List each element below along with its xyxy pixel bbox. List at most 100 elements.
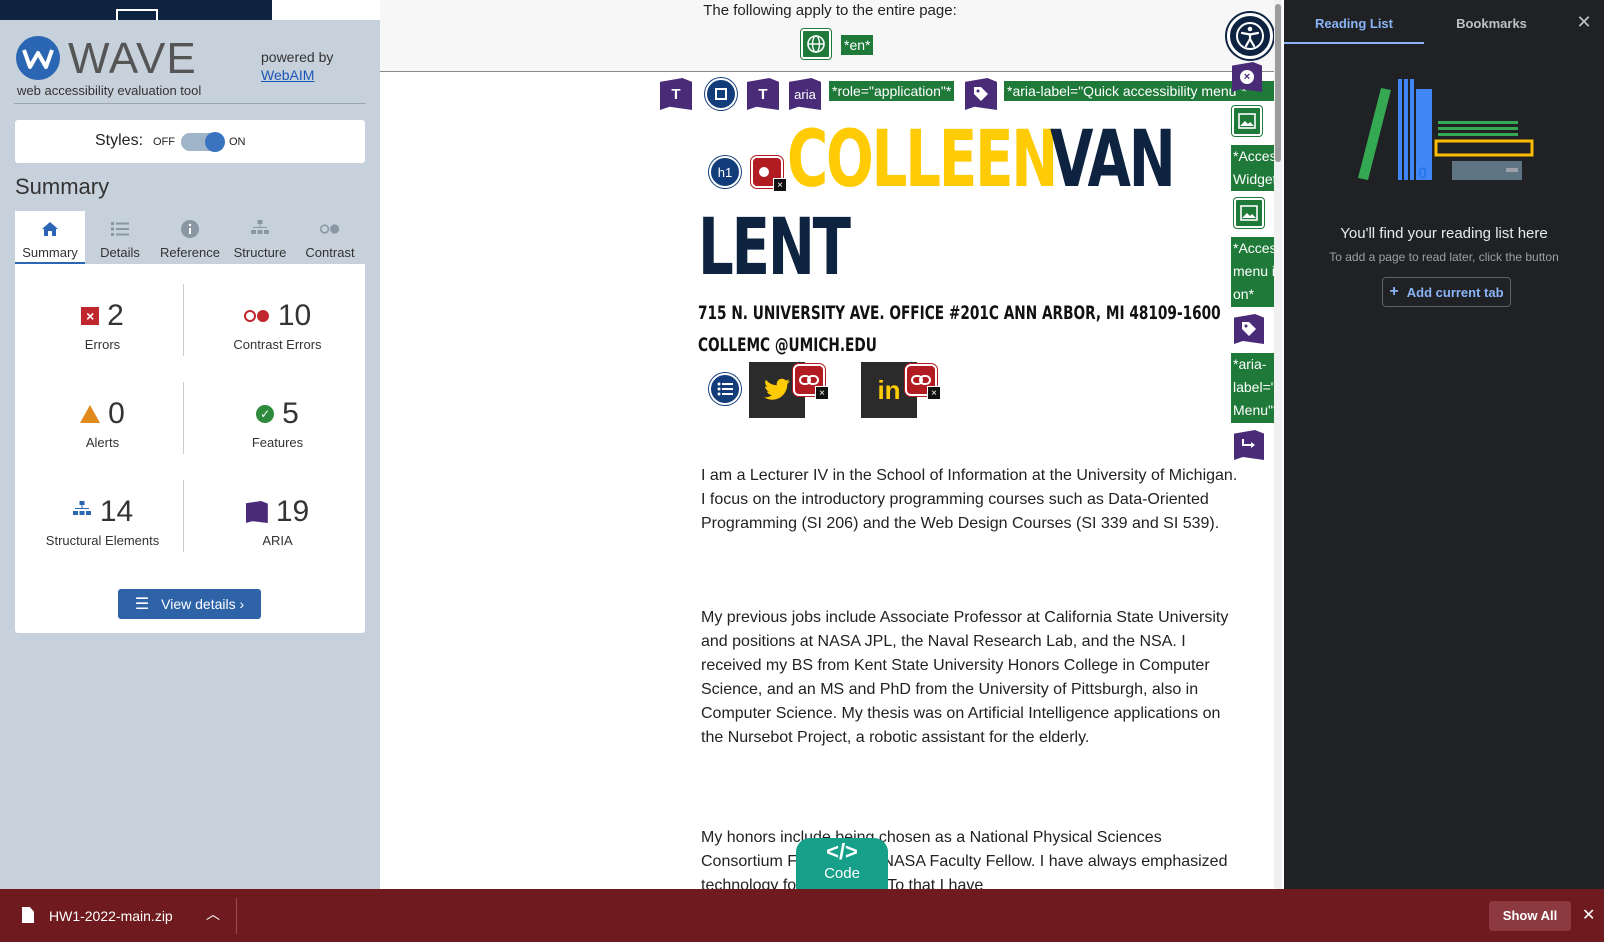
wave-tabs: Summary Details Reference Structure Cont…	[15, 211, 365, 264]
aria-tabindex-icon[interactable]: T	[660, 78, 692, 110]
tab-label: Contrast	[305, 245, 355, 260]
name-last-part1: VAN	[1050, 115, 1176, 205]
download-bar: HW1-2022-main.zip ︿ Show All ✕	[0, 889, 1604, 942]
code-icon: </>	[826, 839, 858, 864]
structure-icon	[72, 501, 92, 523]
close-icon: ×	[927, 386, 941, 400]
structure-icon	[250, 219, 270, 239]
tab-reading-list[interactable]: Reading List	[1284, 0, 1424, 44]
code-toggle-button[interactable]: </> Code	[796, 838, 888, 889]
tab-contrast[interactable]: Contrast	[295, 211, 365, 264]
styles-toggle-box: Styles: OFF ON	[15, 120, 365, 163]
stat-count: 14	[99, 495, 134, 528]
stat-aria[interactable]: 19 ARIA	[190, 495, 365, 548]
reading-list-illustration-icon: 0	[1358, 79, 1534, 182]
language-globe-icon[interactable]	[801, 29, 831, 59]
webaim-link[interactable]: WebAIM	[261, 67, 314, 83]
wave-logo-icon	[16, 36, 60, 80]
plus-icon: +	[1389, 283, 1399, 300]
name-last-part2: LENT	[698, 203, 851, 293]
feature-check-icon: ✓	[256, 405, 275, 423]
broken-link-error-icon[interactable]: ×	[905, 364, 941, 400]
aria-expanded-icon[interactable]	[1234, 430, 1264, 460]
wave-top-strip	[0, 0, 272, 20]
svg-text:0: 0	[1418, 166, 1427, 182]
view-details-button[interactable]: ☰ View details ›	[118, 589, 261, 619]
page-scrollbar[interactable]	[1274, 0, 1282, 889]
styles-toggle[interactable]	[181, 132, 225, 152]
stat-errors[interactable]: × 2 Errors	[15, 299, 190, 352]
stat-label: Errors	[84, 337, 121, 352]
close-icon: ×	[773, 178, 787, 192]
stat-label: Features	[251, 435, 304, 450]
styles-label: Styles:	[95, 132, 144, 149]
email: COLLEMC @UMICH.EDU	[698, 334, 877, 356]
stat-alerts[interactable]: 0 Alerts	[15, 397, 190, 450]
stat-label: Alerts	[85, 435, 120, 450]
stat-features[interactable]: ✓ 5 Features	[190, 397, 365, 450]
add-current-tab-button[interactable]: + Add current tab	[1382, 277, 1511, 307]
empty-title: You'll find your reading list here	[1340, 225, 1548, 242]
show-all-button[interactable]: Show All	[1489, 901, 1571, 931]
close-icon[interactable]: ✕	[1582, 905, 1595, 925]
stat-count: 10	[277, 299, 312, 332]
tab-reference[interactable]: Reference	[155, 211, 225, 264]
reading-list-panel: Reading List Bookmarks ✕ 0 You'll find y…	[1284, 0, 1604, 889]
aria-label-accessibility-menu[interactable]: *aria-label="Accessibility Menu"*	[1231, 353, 1280, 423]
h1-icon[interactable]: h1	[709, 156, 741, 188]
stat-count: 0	[108, 397, 125, 430]
name-first: COLLEEN	[787, 115, 1058, 205]
add-current-tab-label: Add current tab	[1406, 284, 1504, 300]
collapse-tab[interactable]	[116, 9, 158, 20]
aria-tabindex-icon[interactable]: T	[747, 78, 779, 110]
styles-on-label: ON	[229, 136, 246, 148]
stat-structural[interactable]: 14 Structural Elements	[15, 495, 190, 548]
accessibility-menu-button[interactable]	[1227, 13, 1273, 59]
download-file-name[interactable]: HW1-2022-main.zip	[49, 908, 173, 924]
image-alt-icon[interactable]	[1232, 106, 1262, 136]
broken-link-error-icon[interactable]: ×	[793, 364, 829, 400]
view-details-label: View details ›	[161, 596, 245, 612]
tab-details[interactable]: Details	[85, 211, 155, 264]
tab-summary[interactable]: Summary	[15, 211, 85, 264]
chevron-up-icon[interactable]: ︿	[206, 904, 220, 924]
language-label[interactable]: *en*	[841, 35, 874, 55]
stat-count: 2	[107, 299, 124, 332]
role-application-label[interactable]: *role="application"*	[829, 81, 955, 101]
stat-label: Contrast Errors	[233, 337, 322, 352]
address: 715 N. UNIVERSITY AVE. OFFICE #201C ANN …	[698, 302, 1221, 324]
aria-close-icon[interactable]: ×	[1232, 62, 1262, 92]
aria-label-tag-icon[interactable]	[965, 78, 997, 110]
contrast-error-icon	[243, 310, 270, 322]
banner-text: The following apply to the entire page:	[703, 2, 957, 19]
close-icon: ×	[815, 386, 829, 400]
accessibility-menu-on-label[interactable]: *Accessibility menu is on*	[1231, 237, 1280, 307]
empty-subtitle: To add a page to read later, click the b…	[1329, 250, 1559, 264]
image-alt-icon[interactable]	[1234, 198, 1264, 228]
list-icon: ☰	[134, 596, 150, 613]
alert-icon	[80, 405, 101, 423]
twitter-icon	[764, 378, 790, 400]
list-icon	[110, 219, 130, 239]
code-label: Code	[824, 865, 860, 882]
tab-bookmarks[interactable]: Bookmarks	[1424, 0, 1559, 44]
contrast-error-icon[interactable]: ×	[751, 156, 787, 192]
wave-header: WAVE web accessibility evaluation tool p…	[14, 30, 366, 104]
page-content: The following apply to the entire page: …	[380, 0, 1280, 889]
tab-structure[interactable]: Structure	[225, 211, 295, 264]
accessibility-widget-label[interactable]: *Accessibility Widget*	[1231, 145, 1280, 191]
region-icon[interactable]	[705, 78, 737, 110]
scrollbar-thumb[interactable]	[1275, 4, 1281, 162]
summary-panel: × 2 Errors 10 Contrast Errors 0 Alerts ✓…	[15, 264, 365, 633]
aria-label-tag-icon[interactable]	[1234, 314, 1264, 344]
close-icon[interactable]: ✕	[1574, 12, 1594, 32]
stat-contrast-errors[interactable]: 10 Contrast Errors	[190, 299, 365, 352]
bio-paragraph: My honors include being chosen as a Nati…	[701, 829, 1228, 889]
file-icon	[22, 907, 34, 923]
accessibility-icon	[1236, 22, 1264, 50]
tab-label: Reference	[160, 245, 220, 260]
toggle-knob	[205, 132, 225, 152]
aria-icon[interactable]: aria	[789, 78, 821, 110]
unordered-list-icon[interactable]	[709, 373, 741, 405]
error-icon: ×	[81, 307, 100, 325]
